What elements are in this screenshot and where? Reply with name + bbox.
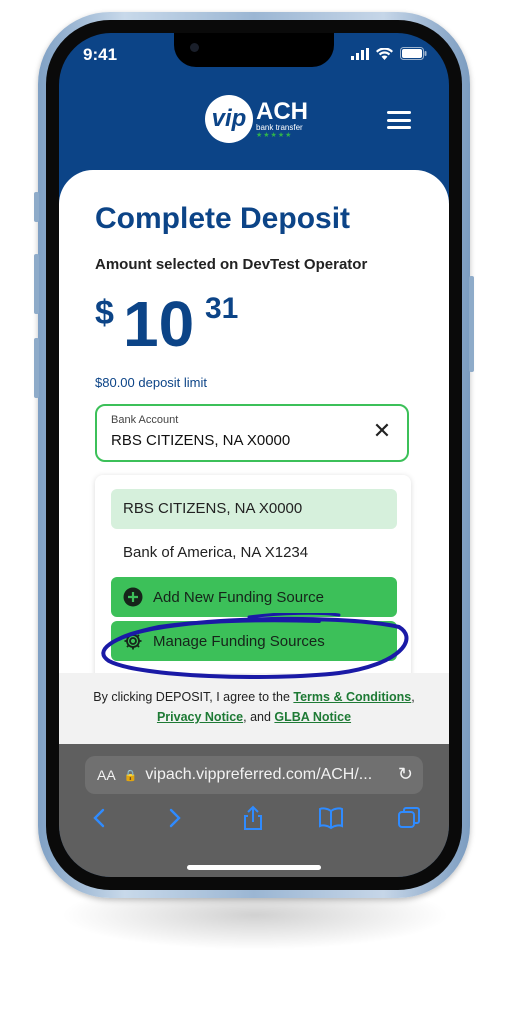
- page-title: Complete Deposit: [95, 202, 351, 235]
- url-text: vipach.vippreferred.com/ACH/...: [145, 766, 373, 783]
- volume-up-button: [34, 254, 39, 314]
- bank-account-select[interactable]: Bank Account RBS CITIZENS, NA X0000 ✕: [95, 404, 409, 462]
- camera: [190, 43, 199, 52]
- signal-icon: [351, 47, 369, 60]
- tabs-icon[interactable]: [395, 804, 423, 832]
- terms-band: By clicking DEPOSIT, I agree to the Term…: [59, 673, 449, 745]
- terms-prefix: By clicking DEPOSIT, I agree to the: [93, 690, 290, 704]
- lock-icon: 🔒: [123, 769, 138, 782]
- wifi-icon: [376, 47, 393, 60]
- status-time: 9:41: [83, 45, 118, 64]
- add-funding-source-button[interactable]: Add New Funding Source: [111, 577, 397, 617]
- highlight-circle-annotation: [101, 613, 409, 679]
- plus-circle-icon: [123, 587, 143, 607]
- battery-icon: [400, 47, 427, 60]
- dropdown-option[interactable]: Bank of America, NA X1234: [111, 533, 397, 573]
- back-icon[interactable]: [85, 804, 113, 832]
- glba-notice-link[interactable]: GLBA Notice: [274, 710, 351, 724]
- share-icon[interactable]: [239, 804, 267, 832]
- amount-dollars: 10: [123, 288, 195, 360]
- reload-icon[interactable]: ↻: [398, 764, 413, 785]
- close-icon[interactable]: ✕: [371, 420, 393, 442]
- terms-conditions-link[interactable]: Terms & Conditions: [293, 690, 411, 704]
- terms-text: By clicking DEPOSIT, I agree to the Term…: [79, 687, 429, 727]
- terms-comma: ,: [411, 690, 415, 704]
- silent-switch: [34, 192, 39, 222]
- page-subtitle: Amount selected on DevTest Operator: [95, 256, 368, 273]
- phone-screen: 9:41 vip ACH bank transfer ★★★★★ Complet…: [59, 33, 449, 877]
- home-indicator: [187, 865, 321, 870]
- logo-text: ACH bank transfer ★★★★★: [256, 97, 308, 139]
- add-funding-source-label: Add New Funding Source: [153, 588, 324, 606]
- bookmarks-icon[interactable]: [317, 804, 345, 832]
- privacy-notice-link[interactable]: Privacy Notice: [157, 710, 243, 724]
- status-icons: [351, 47, 427, 60]
- currency-symbol: $: [95, 294, 114, 332]
- terms-and: , and: [243, 710, 271, 724]
- forward-icon[interactable]: [161, 804, 189, 832]
- logo-name: ACH: [256, 97, 308, 125]
- app-header: vip ACH bank transfer ★★★★★: [59, 83, 449, 173]
- text-size-button[interactable]: AA: [97, 767, 116, 783]
- address-bar[interactable]: AA 🔒 vipach.vippreferred.com/ACH/... ↻: [85, 756, 423, 794]
- amount-cents: 31: [205, 292, 239, 325]
- bank-account-label: Bank Account: [111, 414, 179, 426]
- power-button: [469, 276, 474, 372]
- volume-down-button: [34, 338, 39, 398]
- logo-mark: vip: [205, 95, 253, 143]
- safari-toolbar: [59, 804, 449, 834]
- vip-ach-logo[interactable]: vip ACH bank transfer ★★★★★: [205, 95, 308, 143]
- logo-sub: bank transfer: [256, 122, 303, 132]
- logo-stars: ★★★★★: [256, 131, 293, 139]
- deposit-limit: $80.00 deposit limit: [95, 375, 208, 390]
- menu-icon[interactable]: [387, 111, 411, 129]
- safari-chrome: AA 🔒 vipach.vippreferred.com/ACH/... ↻: [59, 744, 449, 877]
- bank-account-value: RBS CITIZENS, NA X0000: [111, 432, 291, 449]
- dropdown-option[interactable]: RBS CITIZENS, NA X0000: [111, 489, 397, 529]
